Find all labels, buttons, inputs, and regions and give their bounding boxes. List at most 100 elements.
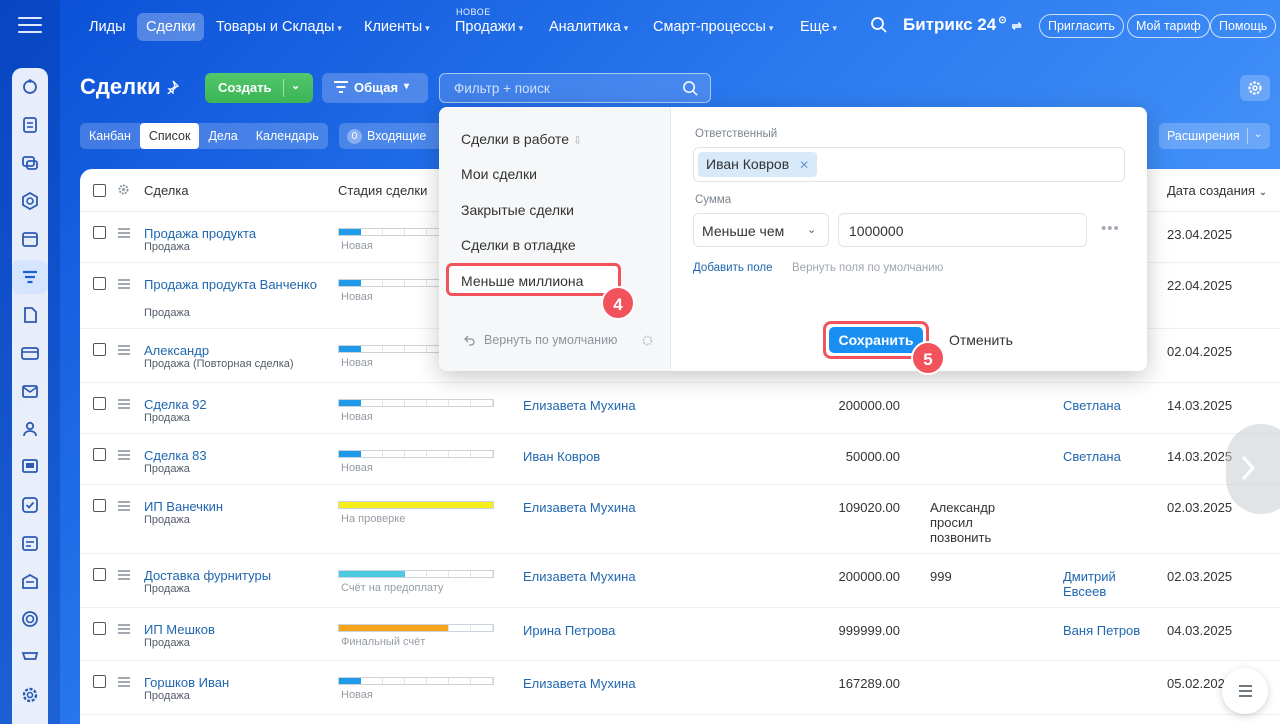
- header-deal[interactable]: Сделка: [144, 183, 189, 198]
- incoming-button[interactable]: 0 Входящие: [339, 123, 451, 149]
- gear-icon[interactable]: [117, 183, 130, 196]
- nav-analytics[interactable]: Аналитика ▾: [540, 13, 637, 41]
- save-button[interactable]: Сохранить: [829, 327, 923, 353]
- responsible-link[interactable]: Иван Ковров: [523, 449, 600, 464]
- row-checkbox[interactable]: [93, 277, 106, 290]
- preset-debug-deals[interactable]: Сделки в отладке: [461, 237, 576, 253]
- target-icon[interactable]: [12, 602, 48, 636]
- shop-icon[interactable]: [12, 640, 48, 674]
- help-button[interactable]: Помощь: [1210, 14, 1277, 38]
- deal-name-link[interactable]: Продажа продукта: [144, 226, 324, 241]
- header-created[interactable]: Дата создания ⌄: [1167, 183, 1267, 198]
- nav-deals[interactable]: Сделки: [137, 13, 205, 41]
- extensions-button[interactable]: Расширения ⌄: [1159, 123, 1270, 149]
- table-row[interactable]: ИП Мешков Продажа Финальный счёт Ирина Петр…: [80, 608, 1280, 661]
- restore-fields-link[interactable]: Вернуть поля по умолчанию: [792, 262, 943, 274]
- table-row[interactable]: Сделка 92 Продажа Новая Елизавета Мухина 200…: [80, 383, 1280, 434]
- scroll-right-button[interactable]: [1226, 424, 1280, 514]
- table-row[interactable]: ИП Ванечкин Продажа На проверке Елизавета М…: [80, 485, 1280, 554]
- add-field-link[interactable]: Добавить поле: [693, 262, 773, 274]
- preset-my-deals[interactable]: Мои сделки: [461, 166, 537, 182]
- deal-name-link[interactable]: Александр: [144, 343, 324, 358]
- deal-name-link[interactable]: Сделка 83: [144, 448, 324, 463]
- tab-list[interactable]: Список: [139, 123, 200, 149]
- select-all-checkbox[interactable]: [93, 184, 106, 197]
- row-menu-icon[interactable]: [118, 570, 130, 582]
- row-checkbox[interactable]: [93, 448, 106, 461]
- header-stage[interactable]: Стадия сделки: [338, 183, 427, 198]
- row-checkbox[interactable]: [93, 499, 106, 512]
- contacts-icon[interactable]: [12, 412, 48, 446]
- documents-icon[interactable]: [12, 298, 48, 332]
- preset-in-progress[interactable]: Сделки в работе ⇩: [461, 131, 582, 147]
- row-menu-icon[interactable]: [118, 399, 130, 411]
- nav-sales[interactable]: Продажи ▾: [446, 13, 532, 41]
- checklist-icon[interactable]: [12, 488, 48, 522]
- contact-link[interactable]: Дмитрий Евсеев: [1063, 569, 1143, 599]
- row-checkbox[interactable]: [93, 568, 106, 581]
- row-menu-icon[interactable]: [118, 450, 130, 462]
- pin-icon[interactable]: [165, 80, 179, 94]
- nav-leads[interactable]: Лиды: [80, 13, 135, 41]
- filter-search-input[interactable]: Фильтр + поиск: [439, 73, 711, 103]
- sites-icon[interactable]: [12, 450, 48, 484]
- tab-kanban[interactable]: Канбан: [80, 123, 140, 149]
- tab-activities[interactable]: Дела: [199, 123, 246, 149]
- remove-tag-icon[interactable]: ✕: [799, 158, 809, 172]
- row-menu-icon[interactable]: [118, 624, 130, 636]
- row-checkbox[interactable]: [93, 226, 106, 239]
- deal-name-link[interactable]: ИП Мешков: [144, 622, 324, 637]
- nav-smart-processes[interactable]: Смарт-процессы ▾: [644, 13, 782, 41]
- list-menu-button[interactable]: [1222, 668, 1268, 714]
- warehouse-icon[interactable]: [12, 564, 48, 598]
- reset-presets-link[interactable]: Вернуть по умолчанию: [484, 333, 617, 347]
- more-icon[interactable]: •••: [1101, 220, 1120, 237]
- my-tariff-button[interactable]: Мой тариф: [1127, 14, 1210, 38]
- crm-icon[interactable]: [12, 260, 48, 294]
- row-menu-icon[interactable]: [118, 345, 130, 357]
- stage-progress[interactable]: [338, 501, 494, 509]
- responsible-link[interactable]: Елизавета Мухина: [523, 398, 636, 413]
- mail-icon[interactable]: [12, 374, 48, 408]
- nav-products-warehouses[interactable]: Товары и Склады ▾: [207, 13, 351, 41]
- row-menu-icon[interactable]: [118, 228, 130, 240]
- nav-clients[interactable]: Клиенты ▾: [355, 13, 439, 41]
- stage-progress[interactable]: [338, 570, 494, 578]
- sum-value-input[interactable]: 1000000: [838, 213, 1087, 247]
- preset-closed-deals[interactable]: Закрытые сделки: [461, 202, 574, 218]
- table-row[interactable]: Доставка фурнитуры Продажа Счёт на предопл…: [80, 554, 1280, 608]
- sum-operator-select[interactable]: Меньше чем ⌄: [693, 213, 829, 247]
- deal-name-link[interactable]: Продажа продукта Ванченко: [144, 277, 324, 292]
- stage-progress[interactable]: [338, 450, 494, 458]
- cancel-button[interactable]: Отменить: [949, 332, 1013, 348]
- invite-button[interactable]: Пригласить: [1039, 14, 1124, 38]
- nav-more[interactable]: Еще ▾: [791, 13, 846, 41]
- responsible-field[interactable]: Иван Ковров ✕: [693, 147, 1125, 182]
- brand-logo[interactable]: Битрикс 24 ⊙ ⇌: [903, 15, 1022, 35]
- row-menu-icon[interactable]: [118, 501, 130, 513]
- row-checkbox[interactable]: [93, 343, 106, 356]
- deal-name-link[interactable]: Доставка фурнитуры: [144, 568, 324, 583]
- tasks-icon[interactable]: [12, 108, 48, 142]
- table-row[interactable]: Сделка 83 Продажа Новая Иван Ковров 50000.00…: [80, 434, 1280, 485]
- activity-stream-icon[interactable]: [12, 70, 48, 104]
- stage-progress[interactable]: [338, 399, 494, 407]
- row-checkbox[interactable]: [93, 397, 106, 410]
- contact-link[interactable]: Светлана: [1063, 398, 1143, 413]
- table-row[interactable]: Горшков Иван Продажа Новая Елизавета Мухина…: [80, 661, 1280, 715]
- menu-icon[interactable]: [18, 17, 42, 35]
- filter-preset-button[interactable]: Общая ▾: [322, 73, 428, 103]
- deal-name-link[interactable]: Сделка 92: [144, 397, 324, 412]
- stage-progress[interactable]: [338, 624, 494, 632]
- settings-button[interactable]: [1240, 75, 1270, 101]
- row-checkbox[interactable]: [93, 622, 106, 635]
- search-icon[interactable]: [870, 16, 888, 34]
- stage-progress[interactable]: [338, 677, 494, 685]
- deal-name-link[interactable]: ИП Ванечкин: [144, 499, 324, 514]
- gear-icon[interactable]: [641, 334, 654, 347]
- calendar-icon[interactable]: [12, 222, 48, 256]
- chat-icon[interactable]: [12, 146, 48, 180]
- preset-less-than-million[interactable]: Меньше миллиона: [461, 273, 583, 289]
- planner-icon[interactable]: [12, 526, 48, 560]
- pin-icon[interactable]: ⇩: [573, 135, 582, 147]
